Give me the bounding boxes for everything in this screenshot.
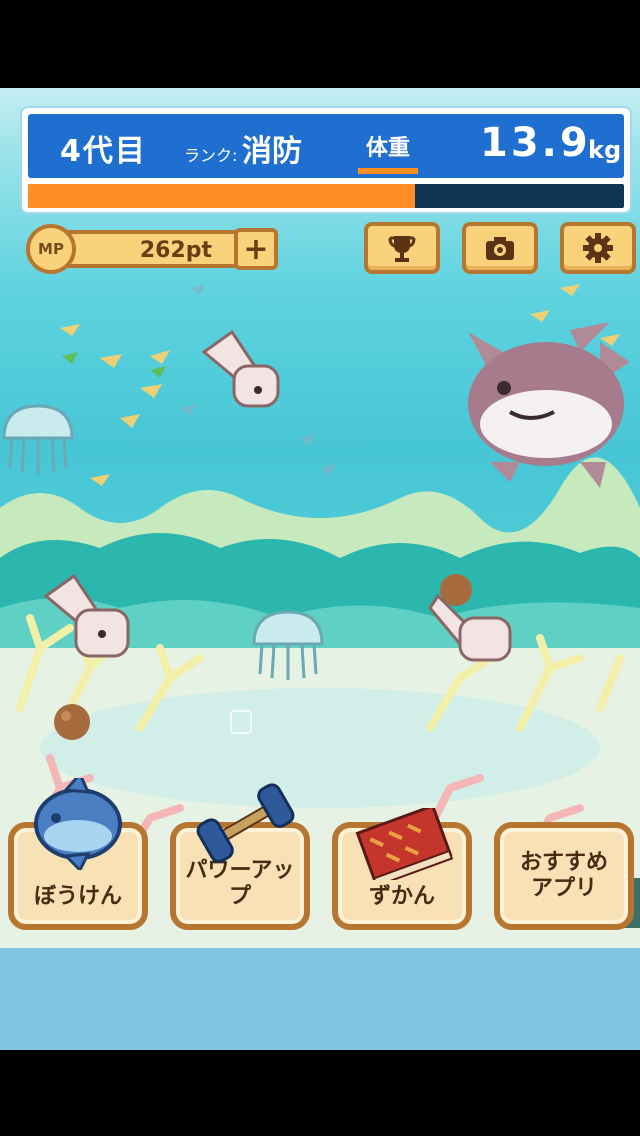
bottom-letterbox (0, 1050, 640, 1136)
camera-button[interactable] (462, 222, 538, 274)
jellyfish-icon[interactable] (0, 402, 76, 476)
dumbbell-icon (196, 783, 295, 863)
settings-button[interactable] (560, 222, 636, 274)
book-icon (355, 808, 454, 880)
trophy-icon (388, 236, 416, 262)
growth-progress-bar (28, 184, 624, 208)
weight-value: 13.9 (480, 120, 591, 166)
points-display: MP 262pt + (26, 224, 278, 274)
adventure-label: ぼうけん (33, 884, 122, 909)
camera-icon (486, 237, 514, 260)
weight-unit: kg (588, 136, 622, 164)
status-header: 4代目 ランク: 消防 体重 13.9 kg (28, 114, 624, 178)
jellyfish-icon[interactable] (250, 608, 326, 682)
add-points-button[interactable]: + (234, 228, 278, 270)
tap-indicator (230, 710, 252, 734)
tab-weight[interactable]: 体重 (358, 130, 418, 174)
encyclopedia-label: ずかん (368, 884, 435, 909)
growth-progress-fill (28, 184, 416, 208)
mp-badge: MP (26, 224, 76, 274)
squid-icon[interactable] (198, 330, 294, 422)
squid-icon[interactable] (40, 574, 136, 666)
recommended-apps-button[interactable]: おすすめ アプリ (494, 822, 634, 930)
points-value: 262pt (139, 238, 212, 263)
squid-icon[interactable] (420, 568, 516, 664)
ranking-button[interactable] (364, 222, 440, 274)
food-pellet-icon[interactable] (50, 700, 94, 744)
sunfish-player-icon[interactable] (450, 312, 636, 498)
generation-text: 4代目 (60, 134, 147, 169)
gear-icon (583, 233, 613, 263)
sunfish-icon (34, 778, 122, 870)
bottom-water-band (0, 948, 640, 1050)
rank-value: 消防 (242, 134, 302, 169)
recommended-apps-label: おすすめ アプリ (519, 850, 608, 901)
rank-label: ランク: (184, 146, 238, 165)
status-panel: 4代目 ランク: 消防 体重 13.9 kg (22, 108, 630, 212)
